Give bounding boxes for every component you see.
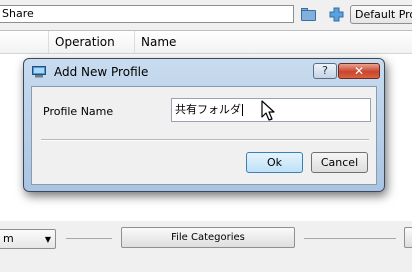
path-input[interactable]: Share [0, 5, 294, 23]
computer-icon [32, 66, 46, 78]
add-icon[interactable] [328, 6, 345, 23]
divider [41, 139, 369, 141]
text-caret [242, 104, 243, 116]
column-operation[interactable]: Operation [55, 35, 115, 49]
column-separator[interactable] [134, 31, 135, 53]
cancel-button[interactable]: Cancel [311, 152, 368, 173]
partial-button[interactable] [404, 227, 412, 248]
dialog-body: Profile Name 共有フォルダ Ok Cancel [31, 86, 377, 185]
column-separator[interactable] [48, 31, 49, 53]
path-input-value: Share [2, 7, 34, 20]
mouse-pointer-icon [261, 100, 275, 121]
help-button[interactable]: ? [313, 63, 337, 79]
chevron-down-icon: ▼ [44, 235, 51, 244]
divider [304, 238, 396, 239]
dialog-title: Add New Profile [54, 65, 149, 79]
close-button[interactable]: ✕ [338, 63, 380, 79]
list-header: Operation Name [0, 31, 412, 54]
add-profile-dialog: Add New Profile ? ✕ Profile Name 共有フォルダ … [23, 58, 385, 192]
dialog-titlebar[interactable]: Add New Profile ? ✕ [24, 59, 384, 85]
folder-icon[interactable] [300, 6, 317, 23]
file-categories-button[interactable]: File Categories [121, 227, 295, 248]
filter-combo-value: m [3, 232, 14, 245]
ok-button[interactable]: Ok [246, 152, 303, 173]
profile-name-label: Profile Name [43, 105, 114, 118]
profile-name-value: 共有フォルダ [175, 103, 241, 116]
divider [66, 238, 112, 239]
profile-select[interactable]: Default Profile [350, 5, 412, 24]
filter-combo[interactable]: m ▼ [0, 229, 56, 249]
column-name[interactable]: Name [141, 35, 176, 49]
bottom-bar: m ▼ File Categories [0, 222, 412, 272]
